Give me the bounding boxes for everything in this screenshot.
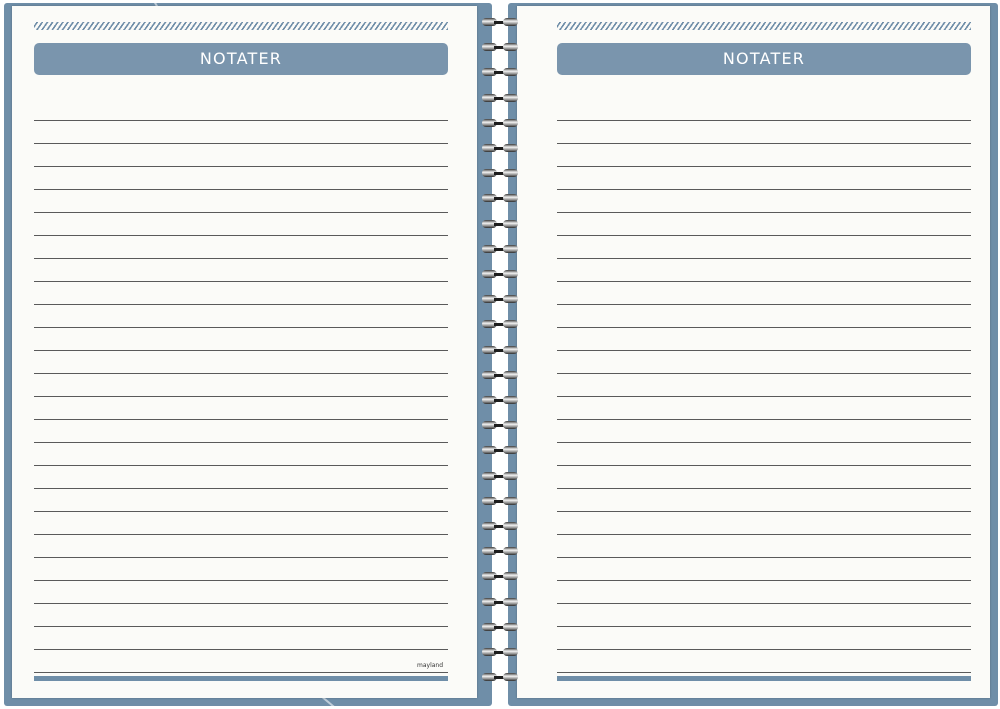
spiral-ring (482, 622, 518, 632)
spiral-ring (482, 68, 518, 77)
spiral-ring (482, 219, 518, 229)
spiral-ring (482, 244, 518, 254)
spiral-ring (482, 295, 518, 304)
spiral-ring (482, 547, 518, 556)
spiral-ring (482, 270, 518, 279)
spiral-ring (482, 673, 518, 682)
spiral-ring (482, 93, 518, 103)
hatch-strip (557, 22, 971, 30)
spiral-ring (482, 118, 518, 128)
spiral-ring (482, 446, 518, 455)
spiral-ring (482, 471, 518, 481)
spiral-ring (482, 572, 518, 581)
spiral-ring (482, 345, 518, 355)
spiral-ring (482, 43, 518, 52)
ruled-lines (557, 98, 971, 674)
spiral-ring (482, 320, 518, 329)
page-title: NOTATER (557, 43, 971, 75)
spiral-ring (482, 421, 518, 430)
spiral-ring (482, 194, 518, 203)
footer-bar (557, 676, 971, 681)
spiral-ring (482, 144, 518, 153)
hatch-strip (34, 22, 448, 30)
spiral-ring (482, 370, 518, 380)
footer-bar (34, 676, 448, 681)
brand-mark: mayland (417, 662, 444, 669)
ruled-lines (34, 98, 448, 674)
spiral-ring (482, 169, 518, 178)
spiral-ring (482, 597, 518, 607)
left-page: NOTATER mayland (12, 6, 477, 698)
spiral-ring (482, 648, 518, 657)
right-page: NOTATER (517, 6, 990, 698)
spiral-ring (482, 522, 518, 531)
notebook-spread: NOTATER mayland NOTATER (0, 0, 1000, 709)
spiral-ring (482, 18, 518, 27)
spiral-ring (482, 396, 518, 405)
spiral-ring (482, 496, 518, 506)
page-title: NOTATER (34, 43, 448, 75)
spiral-binding-icon (478, 8, 522, 698)
